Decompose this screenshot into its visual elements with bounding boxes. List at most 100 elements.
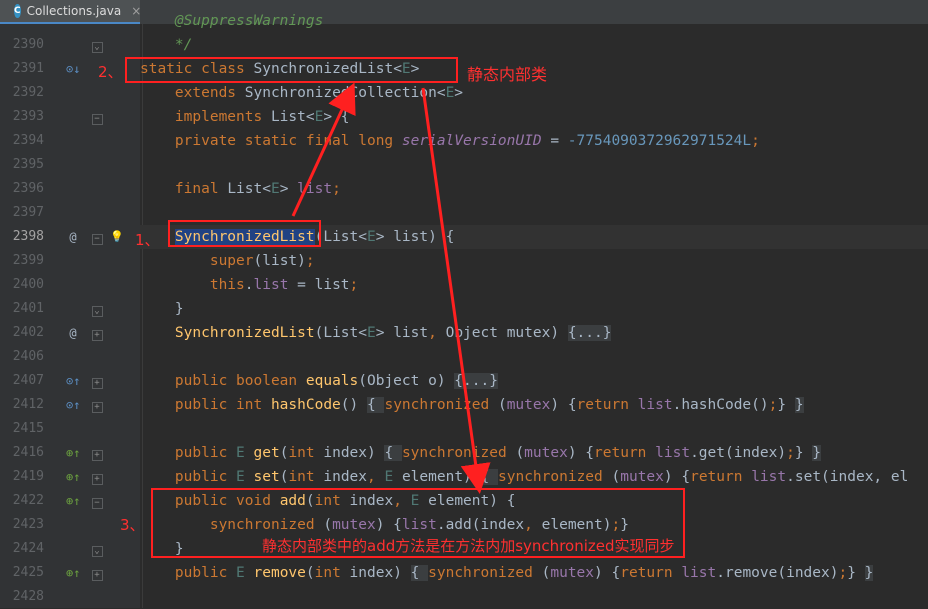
code-text[interactable]: this.list = list; xyxy=(140,273,928,297)
fold-end-icon[interactable]: ⌄ xyxy=(90,541,104,557)
code-token: } xyxy=(140,301,184,317)
code-token: E xyxy=(270,181,280,197)
code-text[interactable]: private static final long serialVersionU… xyxy=(140,129,928,153)
code-token: ; xyxy=(786,445,795,461)
code-token: list xyxy=(297,181,333,197)
code-token: () xyxy=(340,397,367,413)
code-text[interactable]: @SuppressWarnings xyxy=(140,9,928,33)
fold-plus-icon[interactable]: + xyxy=(90,565,104,581)
code-line: 2394 private static final long serialVer… xyxy=(0,129,928,153)
fold-end-icon[interactable]: ⌄ xyxy=(90,37,104,53)
line-number: 2396 xyxy=(12,181,44,196)
code-text[interactable]: */ xyxy=(140,33,928,57)
line-number: 2400 xyxy=(12,277,44,292)
code-text[interactable]: implements List<E> { xyxy=(140,105,928,129)
line-number: 2398 xyxy=(12,229,44,244)
code-token: private static final long xyxy=(140,133,402,149)
line-number: 2391 xyxy=(12,61,44,76)
code-text[interactable]: super(list); xyxy=(140,249,928,273)
overrides-down-icon[interactable]: ⊙↓ xyxy=(66,61,80,77)
code-token: (List< xyxy=(314,325,367,341)
code-line: 2402 @ + SynchronizedList(List<E> list, Ob… xyxy=(0,321,928,345)
code-token: = list xyxy=(288,277,350,293)
overrides-up-icon[interactable]: ⊙↑ xyxy=(66,373,80,389)
implements-up-icon[interactable]: ⊕↑ xyxy=(66,493,80,509)
code-token: serialVersionUID xyxy=(401,133,542,149)
annotation-box-class-decl xyxy=(125,57,458,83)
code-text[interactable]: final List<E> list; xyxy=(140,177,928,201)
fold-plus-icon[interactable]: + xyxy=(90,397,104,413)
code-token: public int xyxy=(140,397,271,413)
fold-plus-icon[interactable]: + xyxy=(90,445,104,461)
code-token: index) xyxy=(349,565,411,581)
code-token: index) xyxy=(323,445,385,461)
code-token: E xyxy=(384,469,402,485)
code-token: list xyxy=(681,565,717,581)
code-text[interactable]: public boolean equals(Object o) {...} xyxy=(140,369,928,393)
code-token: SynchronizedList xyxy=(174,325,315,341)
overrides-up-icon[interactable]: ⊙↑ xyxy=(66,397,80,413)
code-token: {...} xyxy=(567,325,612,341)
fold-start-icon[interactable]: − xyxy=(90,109,104,125)
code-text[interactable] xyxy=(140,417,928,441)
code-line: 2425 ⊕↑ + public E remove(int index) { syn… xyxy=(0,561,928,585)
line-number: 2422 xyxy=(12,493,44,508)
code-token: get xyxy=(253,445,280,461)
implements-up-icon[interactable]: ⊕↑ xyxy=(66,565,80,581)
code-token: return xyxy=(576,397,638,413)
code-line: 2416 ⊕↑ + public E get (int index) { synchr… xyxy=(0,441,928,465)
code-text[interactable]: SynchronizedList(List<E> list, Object mu… xyxy=(140,321,928,345)
code-token: (List< xyxy=(314,229,367,245)
annotation-label-3: 3、 xyxy=(120,516,145,534)
code-token: int xyxy=(288,445,324,461)
code-text[interactable]: public E get(int index) { synchronized (… xyxy=(140,441,928,465)
code-token: E xyxy=(236,445,254,461)
code-line: 2415 xyxy=(0,417,928,441)
code-token: E xyxy=(445,85,455,101)
lightbulb-icon[interactable]: 💡 xyxy=(110,229,124,245)
code-token: implements xyxy=(140,109,271,125)
annotation-note-add: 静态内部类中的add方法是在方法内加synchronized实现同步 xyxy=(262,537,675,555)
code-token: (Object o) xyxy=(358,373,455,389)
implements-up-icon[interactable]: ⊕↑ xyxy=(66,445,80,461)
fold-start-icon[interactable]: − xyxy=(90,229,104,245)
code-text[interactable] xyxy=(140,345,928,369)
line-number: 2412 xyxy=(12,397,44,412)
code-token: E xyxy=(367,229,376,245)
line-number: 2425 xyxy=(12,565,44,580)
code-token: return xyxy=(620,565,682,581)
fold-start-icon[interactable]: − xyxy=(90,493,104,509)
fold-end-icon[interactable]: ⌄ xyxy=(90,301,104,317)
fold-plus-icon[interactable]: + xyxy=(90,373,104,389)
code-token: mutex xyxy=(506,397,551,413)
code-token: < xyxy=(262,181,271,197)
code-token: ; xyxy=(838,565,848,581)
line-number: 2424 xyxy=(12,541,44,556)
code-token: SynchronizedCollection xyxy=(244,85,437,101)
code-line: 2406 xyxy=(0,345,928,369)
at-icon[interactable]: @ xyxy=(66,325,80,341)
code-text[interactable] xyxy=(140,153,928,177)
code-token: E xyxy=(236,469,254,485)
line-number: 2390 xyxy=(12,37,44,52)
code-text[interactable] xyxy=(140,585,928,609)
code-text[interactable]: } xyxy=(140,297,928,321)
implements-up-icon[interactable]: ⊕↑ xyxy=(66,469,80,485)
fold-plus-icon[interactable]: + xyxy=(90,325,104,341)
code-text[interactable]: public E set (int index, E element) { syn… xyxy=(140,465,928,489)
code-token: this xyxy=(140,277,245,293)
code-token: list xyxy=(253,277,289,293)
code-token: int xyxy=(314,565,350,581)
code-token: synchronized xyxy=(384,397,498,413)
at-icon[interactable]: @ xyxy=(66,229,80,245)
code-token: list xyxy=(655,445,691,461)
code-token: ; xyxy=(349,277,359,293)
code-token: > list xyxy=(375,325,429,341)
code-text[interactable]: public int hashCode() { synchronized (mu… xyxy=(140,393,928,417)
code-token: Object mutex) xyxy=(445,325,568,341)
fold-plus-icon[interactable]: + xyxy=(90,469,104,485)
line-number: 2423 xyxy=(12,517,44,532)
line-number: 2395 xyxy=(12,157,44,172)
code-text[interactable]: public E remove(int index) { synchronize… xyxy=(140,561,928,585)
